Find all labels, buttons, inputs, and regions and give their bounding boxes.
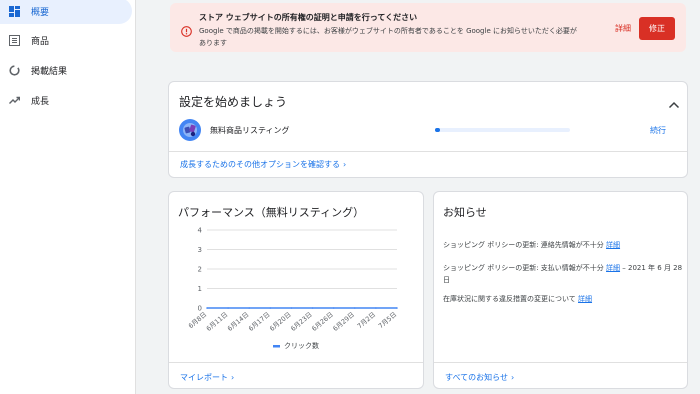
setup-progress-fill	[435, 128, 441, 132]
data-point	[353, 307, 356, 309]
more-options-link[interactable]: 成長するためのその他オプションを確認する ›	[180, 159, 346, 170]
divider	[169, 362, 423, 363]
chevron-right-icon: ›	[343, 160, 347, 169]
news-card: お知らせ ショッピング ポリシーの更新: 連絡先情報が不十分 詳細 ショッピング…	[433, 191, 688, 389]
data-point	[269, 307, 272, 309]
data-point	[311, 307, 314, 309]
error-icon	[181, 22, 192, 37]
x-tick-label: 6月20日	[268, 310, 293, 332]
x-tick-label: 6月26日	[310, 310, 335, 332]
x-tick-label: 6月14日	[226, 310, 251, 332]
sidebar-item-products[interactable]: 商品	[0, 27, 132, 53]
news-item-details-link[interactable]: 詳細	[606, 264, 620, 272]
free-listings-icon	[179, 119, 201, 141]
sidebar-item-label: 商品	[31, 36, 50, 47]
news-title: お知らせ	[443, 206, 487, 219]
chevron-right-icon: ›	[231, 373, 235, 382]
my-reports-label: マイレポート	[180, 373, 228, 382]
all-news-label: すべてのお知らせ	[445, 373, 508, 382]
x-tick-label: 6月29日	[331, 310, 356, 332]
news-item: 在庫状況に関する違反措置の変更について 詳細	[443, 293, 683, 305]
ownership-alert: ストア ウェブサイトの所有権の証明と申請を行ってください Google で商品の…	[170, 3, 686, 52]
fix-button[interactable]: 修正	[639, 17, 675, 40]
y-tick-label: 1	[198, 285, 202, 293]
data-point	[332, 307, 335, 309]
news-item-text: ショッピング ポリシーの更新: 支払い情報が不十分	[443, 264, 604, 272]
divider	[169, 151, 687, 152]
x-tick-label: 7月5日	[377, 310, 398, 330]
clicks-chart: 432106月8日6月11日6月14日6月17日6月20日6月23日6月26日6…	[187, 227, 398, 351]
data-point	[290, 307, 293, 309]
free-listings-label: 無料商品リスティング	[210, 126, 290, 135]
setup-title: 設定を始めましょう	[179, 95, 288, 109]
sidebar-item-label: 掲載結果	[31, 66, 68, 77]
x-tick-label: 7月2日	[356, 310, 377, 330]
dashboard-icon	[8, 5, 20, 17]
news-item-details-link[interactable]: 詳細	[578, 295, 592, 303]
news-item-details-link[interactable]: 詳細	[606, 241, 620, 249]
news-item: ショッピング ポリシーの更新: 連絡先情報が不十分 詳細	[443, 239, 683, 251]
products-icon	[8, 34, 20, 46]
alert-title: ストア ウェブサイトの所有権の証明と申請を行ってください	[199, 13, 418, 22]
legend-swatch	[273, 345, 280, 348]
y-tick-label: 2	[198, 266, 202, 274]
data-point	[227, 307, 229, 309]
setup-progress-bar	[435, 128, 570, 132]
setup-card: 設定を始めましょう 無料商品リスティング 続行 成長するためのその他オプションを…	[168, 81, 688, 178]
sidebar-item-label: 成長	[31, 96, 50, 107]
sidebar-item-performance[interactable]: 掲載結果	[0, 57, 132, 83]
sidebar: 概要 商品 掲載結果 成長	[0, 0, 136, 394]
data-point	[206, 307, 208, 309]
news-item-text: ショッピング ポリシーの更新: 連絡先情報が不十分	[443, 241, 604, 249]
sidebar-item-label: 概要	[31, 7, 50, 18]
x-tick-label: 6月11日	[205, 310, 230, 332]
my-reports-link[interactable]: マイレポート ›	[180, 372, 234, 383]
chevron-up-icon[interactable]	[668, 95, 680, 109]
all-news-link[interactable]: すべてのお知らせ ›	[445, 372, 514, 383]
more-options-label: 成長するためのその他オプションを確認する	[180, 160, 340, 169]
x-tick-label: 6月17日	[247, 310, 272, 332]
performance-card: パフォーマンス（無料リスティング） 4 3 2 1 0 6月8日 6月11日 6月14日 6月1…	[168, 191, 424, 389]
sidebar-item-growth[interactable]: 成長	[0, 87, 132, 113]
sidebar-item-overview[interactable]: 概要	[0, 0, 132, 24]
y-tick-label: 4	[198, 227, 203, 235]
alert-message: Google で商品の掲載を開始するには、お客様がウェブサイトの所有者であること…	[199, 27, 577, 47]
x-tick-label: 6月23日	[289, 310, 314, 332]
news-item-text: 在庫状況に関する違反措置の変更について	[443, 295, 576, 303]
performance-icon	[8, 64, 20, 76]
growth-icon	[8, 94, 20, 106]
news-item: ショッピング ポリシーの更新: 支払い情報が不十分 詳細 – 2021 年 6 …	[443, 262, 683, 286]
performance-title: パフォーマンス（無料リスティング）	[178, 206, 365, 219]
chevron-right-icon: ›	[510, 373, 515, 382]
data-point	[375, 307, 377, 309]
alert-details-link[interactable]: 詳細	[615, 23, 631, 34]
continue-link[interactable]: 続行	[650, 125, 666, 136]
legend-label: クリック数	[284, 341, 319, 350]
divider	[434, 362, 687, 363]
y-tick-label: 3	[198, 246, 202, 254]
data-point	[396, 307, 398, 309]
data-point	[248, 307, 251, 309]
